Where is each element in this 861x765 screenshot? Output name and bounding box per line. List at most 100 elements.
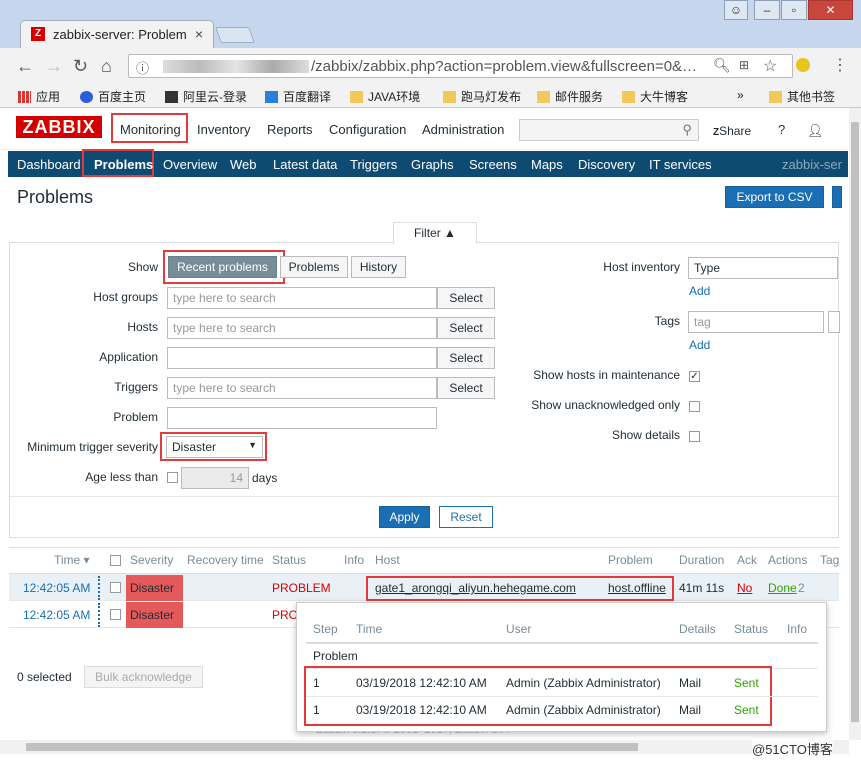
select-all-checkbox[interactable]: [110, 555, 121, 566]
bookmark-apps[interactable]: 应用: [18, 88, 60, 105]
submenu-screens[interactable]: Screens: [469, 157, 517, 172]
col-time[interactable]: Time ▾: [54, 553, 90, 567]
share-link[interactable]: ZShare: [713, 124, 751, 138]
submenu-triggers[interactable]: Triggers: [350, 157, 397, 172]
translate-icon[interactable]: ⊞: [739, 58, 749, 72]
maximize-icon[interactable]: ▫: [781, 0, 807, 20]
submenu-maps[interactable]: Maps: [531, 157, 563, 172]
submenu-dashboard[interactable]: Dashboard: [17, 157, 81, 172]
age-checkbox[interactable]: [167, 472, 178, 483]
apply-button[interactable]: Apply: [379, 506, 430, 528]
vertical-scrollbar[interactable]: [849, 108, 861, 740]
row1-checkbox[interactable]: [110, 582, 121, 593]
fullscreen-button[interactable]: [832, 186, 842, 208]
address-bar[interactable]: ⓘ /zabbix/zabbix.php?action=problem.view…: [128, 54, 793, 78]
bookmark-star-icon[interactable]: ☆: [763, 56, 777, 76]
menu-inventory[interactable]: Inventory: [197, 122, 250, 137]
row2-checkbox[interactable]: [110, 609, 121, 620]
new-tab-button[interactable]: [215, 27, 255, 43]
show-details-checkbox[interactable]: [689, 431, 700, 442]
show-history[interactable]: History: [351, 256, 406, 278]
extension-icon[interactable]: [796, 58, 810, 72]
problem-input[interactable]: [167, 407, 437, 429]
bookmark-paomadeng[interactable]: 跑马灯发布: [443, 88, 521, 105]
help-icon[interactable]: ?: [778, 122, 785, 137]
horizontal-scrollbar[interactable]: [0, 740, 849, 754]
zabbix-logo[interactable]: ZABBIX: [16, 116, 102, 138]
submenu-it-services[interactable]: IT services: [649, 157, 712, 172]
bookmark-mail[interactable]: 邮件服务: [537, 88, 603, 105]
col-severity[interactable]: Severity: [130, 553, 173, 567]
tag-value-input[interactable]: [828, 311, 840, 333]
show-recent-problems[interactable]: Recent problems: [168, 256, 277, 278]
submenu-overview[interactable]: Overview: [163, 157, 217, 172]
show-maintenance-checkbox[interactable]: ✓: [689, 371, 700, 382]
export-csv-button[interactable]: Export to CSV: [725, 186, 824, 208]
reload-icon[interactable]: ↻: [73, 56, 88, 77]
user-icon[interactable]: ☺: [724, 0, 748, 20]
menu-configuration[interactable]: Configuration: [329, 122, 406, 137]
hosts-select-button[interactable]: Select: [437, 317, 495, 339]
global-search-input[interactable]: ⚲: [519, 119, 699, 141]
hosts-label: Hosts: [127, 320, 158, 334]
host-inventory-add-link[interactable]: Add: [689, 284, 710, 298]
search-icon[interactable]: ⚲: [682, 122, 692, 138]
menu-monitoring[interactable]: Monitoring: [120, 122, 181, 137]
submenu-problems[interactable]: Problems: [94, 157, 153, 172]
submenu-web[interactable]: Web: [230, 157, 257, 172]
back-icon[interactable]: ←: [16, 56, 34, 77]
row1-actions[interactable]: Done: [768, 581, 797, 595]
horizontal-scroll-thumb[interactable]: [26, 743, 638, 751]
min-severity-select[interactable]: Disaster ▼: [166, 436, 263, 458]
reset-button[interactable]: Reset: [439, 506, 493, 528]
row1-host[interactable]: gate1_arongqi_aliyun.hehegame.com: [375, 581, 576, 595]
home-icon[interactable]: ⌂: [101, 56, 112, 77]
triggers-select-button[interactable]: Select: [437, 377, 495, 399]
show-unack-checkbox[interactable]: [689, 401, 700, 412]
bookmarks-more[interactable]: »: [737, 88, 744, 102]
host-groups-input[interactable]: type here to search: [167, 287, 437, 309]
window-close-icon[interactable]: ✕: [808, 0, 853, 20]
submenu-graphs[interactable]: Graphs: [411, 157, 454, 172]
minimize-icon[interactable]: –: [754, 0, 780, 20]
row1-ack[interactable]: No: [737, 581, 752, 595]
tags-add-link[interactable]: Add: [689, 338, 710, 352]
row2-time[interactable]: 12:42:05 AM: [23, 608, 90, 622]
triggers-input[interactable]: type here to search: [167, 377, 437, 399]
info-icon[interactable]: ⓘ: [136, 58, 149, 77]
filter-toggle[interactable]: Filter ▲: [393, 222, 477, 244]
row1-problem[interactable]: host.offline: [608, 581, 666, 595]
col-host[interactable]: Host: [375, 553, 400, 567]
browser-tab[interactable]: Z zabbix-server: Problem ×: [20, 20, 214, 48]
age-input[interactable]: 14: [181, 467, 249, 489]
row1-time[interactable]: 12:42:05 AM: [23, 581, 90, 595]
close-tab-icon[interactable]: ×: [195, 26, 203, 42]
application-select-button[interactable]: Select: [437, 347, 495, 369]
submenu-discovery[interactable]: Discovery: [578, 157, 635, 172]
profile-icon[interactable]: 👤︎: [807, 123, 824, 139]
menu-reports[interactable]: Reports: [267, 122, 313, 137]
bookmark-other[interactable]: 其他书签: [769, 88, 835, 105]
host-groups-select-button[interactable]: Select: [437, 287, 495, 309]
popup-section: Problem: [313, 649, 358, 663]
show-problems[interactable]: Problems: [280, 256, 348, 278]
bookmark-java[interactable]: JAVA环境: [350, 88, 420, 105]
col-problem[interactable]: Problem: [608, 553, 653, 567]
host-inventory-select[interactable]: Type: [688, 257, 838, 279]
submenu-latest-data[interactable]: Latest data: [273, 157, 337, 172]
zoom-icon[interactable]: 🔍︎: [713, 57, 731, 74]
bookmark-baidu[interactable]: 百度主页: [80, 88, 146, 105]
forward-icon[interactable]: →: [45, 56, 63, 77]
bookmark-aliyun[interactable]: 阿里云-登录: [165, 88, 247, 105]
tag-input[interactable]: tag: [688, 311, 824, 333]
application-input[interactable]: [167, 347, 437, 369]
col-tags: Tag: [820, 553, 840, 567]
bookmark-blog[interactable]: 大牛博客: [622, 88, 688, 105]
bookmark-fanyi[interactable]: 百度翻译: [265, 88, 331, 105]
bulk-acknowledge-button[interactable]: Bulk acknowledge: [84, 666, 203, 688]
vertical-scroll-thumb[interactable]: [851, 122, 859, 722]
menu-icon[interactable]: ⋮: [832, 55, 848, 75]
folder-icon: [537, 91, 550, 103]
hosts-input[interactable]: type here to search: [167, 317, 437, 339]
menu-administration[interactable]: Administration: [422, 122, 504, 137]
